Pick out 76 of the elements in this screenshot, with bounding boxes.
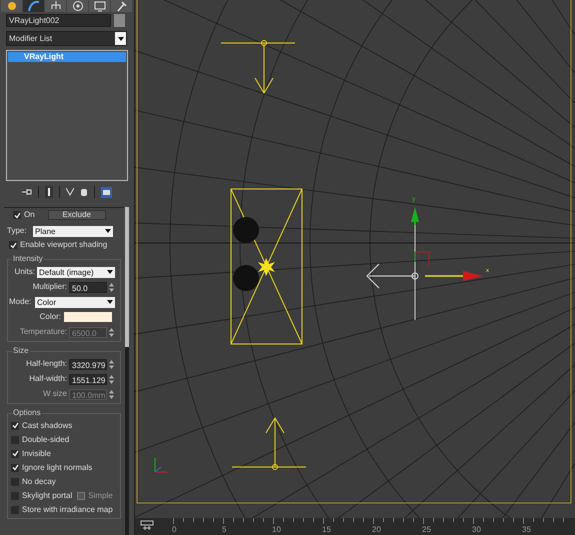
sun-icon <box>6 0 18 12</box>
object-color-swatch[interactable] <box>114 14 125 27</box>
modifier-list-dropdown[interactable]: Modifier List <box>6 31 127 46</box>
configure-icon[interactable] <box>101 186 112 198</box>
checkbox-label: Store with irradiance map <box>22 504 113 514</box>
bar-icon[interactable] <box>45 186 53 198</box>
spinner-arrows-icon[interactable] <box>109 374 114 384</box>
curve-icon <box>28 0 40 12</box>
command-tab[interactable] <box>23 0 44 12</box>
command-tab[interactable] <box>67 0 88 12</box>
hammer-icon <box>116 0 128 12</box>
caret-icon <box>107 270 113 274</box>
checkbox-label: Simple <box>88 490 113 500</box>
ruler-label: 10 <box>272 525 281 534</box>
command-tab[interactable] <box>111 0 132 12</box>
checkbox[interactable] <box>11 492 19 500</box>
ruler-label: 25 <box>422 525 431 534</box>
group-title: Size <box>12 346 30 356</box>
field-label: Mode: <box>9 296 32 308</box>
field-label: W size <box>43 388 67 400</box>
scrollbar[interactable] <box>125 207 129 535</box>
key-filter-icon[interactable] <box>140 520 154 532</box>
command-tab[interactable] <box>45 0 66 12</box>
field-label: Type: <box>7 225 28 237</box>
dropdown[interactable]: Default (image) <box>37 266 115 278</box>
checkbox-label: On <box>24 210 35 220</box>
ruler-label: 35 <box>522 525 531 534</box>
ruler-label: 15 <box>322 525 331 534</box>
checkmark-icon <box>12 422 18 429</box>
checkbox-label: Invisible <box>22 448 51 458</box>
dropdown[interactable]: Color <box>35 296 115 308</box>
dropdown[interactable]: Plane <box>33 226 113 236</box>
command-tab[interactable] <box>1 0 22 12</box>
pin-icon[interactable] <box>22 188 32 196</box>
field-label: Half-length: <box>26 358 67 370</box>
checkbox[interactable] <box>11 506 19 514</box>
monitor-icon <box>94 0 106 12</box>
ruler-label: 30 <box>472 525 481 534</box>
axis-tripod-drawing <box>154 458 168 472</box>
spinner-field[interactable]: 3320.979 <box>69 358 107 370</box>
spinner-arrows-icon[interactable] <box>109 282 114 292</box>
command-tab[interactable] <box>89 0 110 12</box>
caret-icon <box>107 300 113 304</box>
field-label: Half-width: <box>29 373 67 385</box>
ruler-label: 5 <box>222 525 226 534</box>
checkbox-label: No decay <box>22 476 56 486</box>
checkbox-label: Double-sided <box>22 434 70 444</box>
spinner-arrows-icon[interactable] <box>109 360 114 368</box>
checkmark-icon <box>10 242 16 248</box>
ruler-label: 0 <box>172 525 176 534</box>
wheel-icon <box>72 0 84 12</box>
hierarchy-icon <box>50 0 62 12</box>
field-label: Temperature: <box>20 326 67 338</box>
caret-icon <box>105 229 111 233</box>
checkmark-icon <box>14 212 20 218</box>
spinner-field[interactable]: 1551.129 <box>69 374 107 384</box>
scrollbar-thumb[interactable] <box>125 207 129 347</box>
checkbox-label: Skylight portal <box>22 490 72 500</box>
spinner-arrows-icon[interactable] <box>109 390 114 398</box>
color-swatch[interactable] <box>64 312 112 322</box>
checkbox[interactable] <box>11 436 19 444</box>
field-label: Units: <box>14 266 35 278</box>
spinner-arrows-icon[interactable] <box>109 328 114 336</box>
exclude-button[interactable]: Exclude <box>48 210 106 220</box>
field-label: Color: <box>40 311 61 323</box>
ruler-label: 20 <box>372 525 381 534</box>
checkbox[interactable] <box>11 478 19 486</box>
caret-icon <box>118 36 124 40</box>
group-title: Options <box>12 408 42 418</box>
checkbox-label: Ignore light normals <box>22 462 92 472</box>
object-name-field[interactable]: VRayLight002 <box>6 14 111 27</box>
field-label: Multiplier: <box>32 281 67 293</box>
group-title: Intensity <box>12 254 44 264</box>
spinner-field[interactable]: 50.0 <box>69 282 107 292</box>
checkbox-label: Cast shadows <box>22 420 72 430</box>
checkbox-label: Enable viewport shading <box>20 240 108 250</box>
